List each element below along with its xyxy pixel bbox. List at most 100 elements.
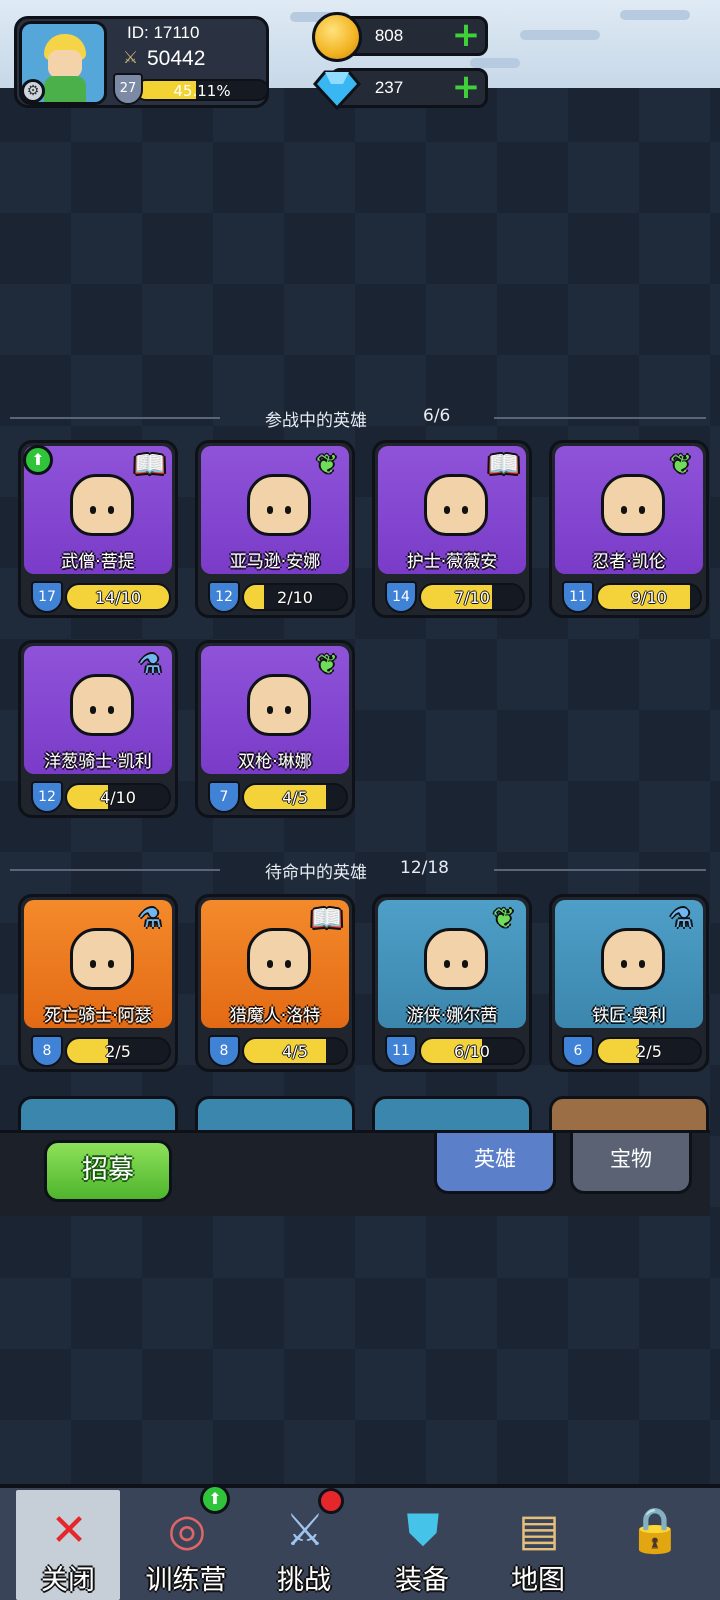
hero-shard-count: 2/5	[636, 1042, 662, 1061]
hero-level-shield-icon: 11	[562, 581, 594, 613]
hero-head	[247, 928, 311, 990]
hero-head	[247, 474, 311, 536]
hero-eyes	[442, 960, 470, 968]
player-level: 27	[119, 81, 137, 96]
nav-locked[interactable]: 🔒	[602, 1490, 706, 1600]
crossed-swords-icon: ⚔	[123, 48, 139, 68]
potion-badge-icon: ⚗	[138, 650, 162, 680]
tab-heroes[interactable]: 英雄	[434, 1130, 556, 1194]
recruit-button[interactable]: 招募	[44, 1140, 172, 1202]
hero-shard-count: 7/10	[454, 588, 490, 607]
armor-icon: ⛊	[406, 1505, 440, 1556]
hero-name: 护士·薇薇安	[406, 552, 498, 572]
standby-label: 待命中的英雄	[265, 863, 367, 883]
deployed-label: 参战中的英雄	[265, 411, 367, 431]
hero-level-shield-icon: 11	[385, 1035, 417, 1067]
hero-level: 11	[569, 589, 587, 605]
hero-shard-count: 2/5	[105, 1042, 131, 1061]
hero-level: 12	[38, 789, 56, 805]
lock-icon: 🔒	[627, 1505, 683, 1556]
hero-shard-bar: 2/5	[596, 1037, 702, 1065]
hero-shard-count: 14/10	[94, 588, 142, 607]
player-id: ID: 17110	[127, 23, 200, 42]
player-level-shield-icon: 27	[113, 73, 143, 105]
gold-coin-icon	[312, 12, 362, 62]
player-profile-panel[interactable]: ⚙ ID: 17110 ⚔ 50442 45.11% 27	[14, 16, 269, 108]
hero-level-shield-icon: 12	[31, 781, 63, 813]
hero-name: 猎魔人·洛特	[229, 1006, 321, 1026]
divider	[494, 417, 706, 419]
deployed-count: 6/6	[423, 406, 451, 426]
hero-shard-bar: 4/5	[242, 783, 348, 811]
hero-shard-bar: 9/10	[596, 583, 702, 611]
hero-level-shield-icon: 17	[31, 581, 63, 613]
hero-card[interactable]: ❦ 亚马逊·安娜 12 2/10	[195, 440, 355, 618]
book-badge-icon: 📖	[310, 904, 344, 934]
hero-card[interactable]: ❦ 忍者·凯伦 11 9/10	[549, 440, 709, 618]
standby-count: 12/18	[400, 858, 449, 878]
nav-equipment-label: 装备	[395, 1565, 449, 1596]
hero-name: 洋葱骑士·凯利	[44, 752, 152, 772]
hero-eyes	[88, 960, 116, 968]
standby-section-header: 待命中的英雄 12/18	[0, 858, 720, 883]
hero-level: 11	[392, 1043, 410, 1059]
add-gem-button[interactable]: +	[451, 70, 481, 104]
hero-name: 武僧·菩提	[61, 552, 135, 572]
hero-head	[424, 928, 488, 990]
hero-card[interactable]: ❦ 双枪·琳娜 7 4/5	[195, 640, 355, 818]
add-gold-button[interactable]: +	[451, 18, 481, 52]
wing-badge-icon: ❦	[493, 904, 515, 934]
hero-level-shield-icon: 8	[31, 1035, 63, 1067]
book-badge-icon: 📖	[133, 450, 167, 480]
hero-card[interactable]: 📖 护士·薇薇安 14 7/10	[372, 440, 532, 618]
hero-head	[70, 474, 134, 536]
hero-eyes	[88, 506, 116, 514]
hero-level: 14	[392, 589, 410, 605]
hero-name: 死亡骑士·阿瑟	[44, 1006, 152, 1026]
hero-shard-bar: 4/10	[65, 783, 171, 811]
nav-close-label: 关闭	[41, 1565, 95, 1596]
upgrade-arrow-icon: ⬆	[23, 445, 53, 475]
divider	[494, 869, 706, 871]
hero-card[interactable]: ❦ 游侠·娜尔茜 11 6/10	[372, 894, 532, 1072]
hero-eyes	[265, 706, 293, 714]
nav-map[interactable]: ▤ 地图	[486, 1490, 590, 1600]
hero-shard-bar: 2/10	[242, 583, 348, 611]
settings-gear-icon[interactable]: ⚙	[21, 79, 45, 103]
hero-level-shield-icon: 12	[208, 581, 240, 613]
cloud-decoration	[620, 10, 690, 20]
hero-name: 忍者·凯伦	[592, 552, 666, 572]
potion-badge-icon: ⚗	[669, 904, 693, 934]
hero-head	[424, 474, 488, 536]
xp-bar: 45.11%	[135, 79, 269, 101]
hero-eyes	[265, 506, 293, 514]
tab-treasure[interactable]: 宝物	[570, 1130, 692, 1194]
hero-shard-count: 4/5	[282, 788, 308, 807]
hero-card[interactable]: ⚗ 死亡骑士·阿瑟 8 2/5	[18, 894, 178, 1072]
cloud-decoration	[520, 30, 600, 40]
hero-level: 8	[42, 1043, 52, 1059]
nav-equipment[interactable]: ⛊ 装备	[370, 1490, 474, 1600]
xp-percent: 45.11%	[173, 82, 231, 100]
hero-card[interactable]: ⚗ 铁匠·奥利 6 2/5	[549, 894, 709, 1072]
hero-level: 7	[219, 789, 229, 805]
hero-shard-count: 6/10	[454, 1042, 490, 1061]
nav-map-label: 地图	[511, 1565, 565, 1596]
hero-eyes	[265, 960, 293, 968]
hero-shard-bar: 7/10	[419, 583, 525, 611]
hero-level-shield-icon: 7	[208, 781, 240, 813]
upgrade-arrow-icon: ⬆	[200, 1484, 230, 1514]
hero-shard-count: 4/5	[282, 1042, 308, 1061]
nav-close[interactable]: ✕ 关闭	[16, 1490, 120, 1600]
close-x-icon: ✕	[50, 1505, 88, 1556]
hero-card[interactable]: 📖 猎魔人·洛特 8 4/5	[195, 894, 355, 1072]
map-scroll-icon: ▤	[518, 1505, 560, 1556]
hero-shard-count: 4/10	[100, 788, 136, 807]
hero-card[interactable]: ⚗ 洋葱骑士·凯利 12 4/10	[18, 640, 178, 818]
hero-head	[70, 928, 134, 990]
hero-card[interactable]: 📖 武僧·菩提 17 14/10 ⬆	[18, 440, 178, 618]
nav-challenge-label: 挑战	[277, 1565, 331, 1596]
hero-eyes	[88, 706, 116, 714]
wing-badge-icon: ❦	[316, 450, 338, 480]
hero-level: 12	[215, 589, 233, 605]
